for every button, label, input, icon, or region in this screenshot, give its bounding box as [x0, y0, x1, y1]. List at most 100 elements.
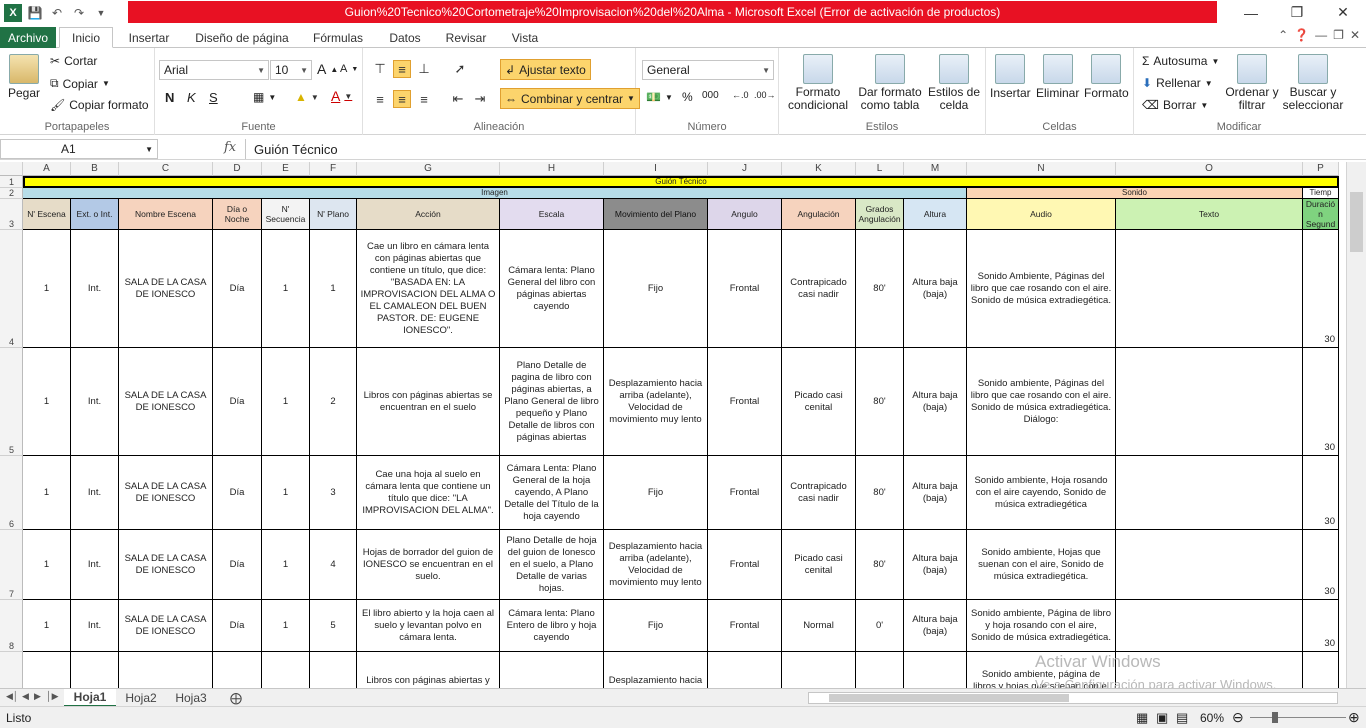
tab-page-layout[interactable]: Diseño de página	[190, 27, 294, 48]
column-header[interactable]: J	[708, 162, 782, 176]
table-cell[interactable]: 30	[1303, 456, 1339, 530]
table-cell[interactable]: 80'	[856, 456, 904, 530]
vertical-scroll-thumb[interactable]	[1350, 192, 1363, 252]
page-break-view-icon[interactable]: ▤	[1176, 710, 1188, 726]
zoom-slider[interactable]	[1250, 717, 1346, 718]
table-cell[interactable]: Día	[213, 600, 262, 652]
column-header[interactable]: A	[23, 162, 71, 176]
table-cell[interactable]: Sonido ambiente, Páginas del libro que c…	[967, 348, 1116, 456]
thousands-icon[interactable]: 000	[702, 90, 719, 101]
table-cell[interactable]	[71, 652, 119, 688]
table-cell[interactable]: Plano Detalle de pagina de libro con pág…	[500, 348, 604, 456]
restore-icon[interactable]: ❐	[1274, 0, 1320, 25]
column-header[interactable]: K	[782, 162, 856, 176]
window-close-icon[interactable]: ✕	[1350, 28, 1360, 42]
table-cell[interactable]: 0'	[856, 600, 904, 652]
currency-icon[interactable]: 💵 ▼	[646, 90, 673, 104]
table-cell[interactable]	[856, 652, 904, 688]
column-title-cell[interactable]: Grados Angulación	[856, 199, 904, 230]
table-cell[interactable]: Altura baja (baja)	[904, 230, 967, 348]
table-cell[interactable]: Cae un libro en cámara lenta con páginas…	[357, 230, 500, 348]
clear-button[interactable]: ⌫ Borrar ▼	[1142, 98, 1208, 112]
table-cell[interactable]: El libro abierto y la hoja caen al suelo…	[357, 600, 500, 652]
vertical-scrollbar[interactable]	[1346, 162, 1366, 688]
table-cell[interactable]	[1116, 600, 1303, 652]
align-bottom-icon[interactable]: ⊥	[415, 60, 433, 78]
column-header[interactable]: E	[262, 162, 310, 176]
fill-button[interactable]: ⬇ Rellenar ▼	[1142, 76, 1213, 90]
italic-button[interactable]: K	[187, 90, 196, 105]
redo-icon[interactable]: ↷	[70, 4, 88, 22]
wrap-text-button[interactable]: ↲ Ajustar texto	[500, 59, 591, 80]
table-cell[interactable]: SALA DE LA CASA DE IONESCO	[119, 530, 213, 600]
table-cell[interactable]: 80'	[856, 348, 904, 456]
minimize-icon[interactable]: —	[1228, 0, 1274, 25]
table-cell[interactable]: SALA DE LA CASA DE IONESCO	[119, 230, 213, 348]
table-cell[interactable]: Picado casi cenital	[782, 530, 856, 600]
table-cell[interactable]: Libros con páginas abiertas se encuentra…	[357, 348, 500, 456]
table-cell[interactable]: 3	[310, 456, 357, 530]
table-cell[interactable]: Contrapicado casi nadir	[782, 230, 856, 348]
table-cell[interactable]	[119, 652, 213, 688]
table-cell[interactable]: Int.	[71, 530, 119, 600]
number-format-select[interactable]: General ▼	[642, 60, 774, 80]
table-cell[interactable]: Int.	[71, 230, 119, 348]
column-title-cell[interactable]: Escala	[500, 199, 604, 230]
table-cell[interactable]	[904, 652, 967, 688]
formula-input[interactable]: Guión Técnico	[245, 139, 1346, 159]
table-cell[interactable]: Plano Detalle de hoja del guion de Iones…	[500, 530, 604, 600]
table-cell[interactable]: Altura baja (baja)	[904, 600, 967, 652]
table-cell[interactable]: Día	[213, 230, 262, 348]
table-cell[interactable]: SALA DE LA CASA DE IONESCO	[119, 348, 213, 456]
percent-icon[interactable]: %	[682, 90, 693, 104]
tab-view[interactable]: Vista	[505, 27, 545, 48]
name-box[interactable]: A1 ▼	[0, 139, 158, 159]
sheet-tab-hoja3[interactable]: Hoja3	[168, 689, 214, 707]
paste-button[interactable]: Pegar	[8, 54, 40, 100]
column-title-cell[interactable]: Texto	[1116, 199, 1303, 230]
table-cell[interactable]: 30	[1303, 600, 1339, 652]
column-title-cell[interactable]: Acción	[357, 199, 500, 230]
spreadsheet-grid[interactable]: A B C D E F G H I J K L M N O P 1 2 3 Guión Técnico Imagen So…	[0, 162, 1346, 688]
table-cell[interactable]	[1116, 456, 1303, 530]
column-header[interactable]: N	[967, 162, 1116, 176]
table-cell[interactable]	[23, 652, 71, 688]
column-title-cell[interactable]: N' Plano	[310, 199, 357, 230]
window-restore-icon[interactable]: ❐	[1333, 28, 1344, 42]
table-cell[interactable]	[500, 652, 604, 688]
sort-filter-button[interactable]: Ordenar y filtrar	[1224, 54, 1280, 112]
table-cell[interactable]: 1	[262, 600, 310, 652]
table-cell[interactable]: Contrapicado casi nadir	[782, 456, 856, 530]
font-size-select[interactable]: 10 ▼	[270, 60, 312, 80]
font-name-select[interactable]: Arial ▼	[159, 60, 269, 80]
imagen-group-header[interactable]: Imagen	[23, 188, 967, 199]
column-title-cell[interactable]: N' Escena	[23, 199, 71, 230]
zoom-slider-thumb[interactable]	[1272, 712, 1278, 723]
tab-formulas[interactable]: Fórmulas	[308, 27, 368, 48]
table-cell[interactable]: 80'	[856, 530, 904, 600]
sheet-tab-hoja2[interactable]: Hoja2	[118, 689, 164, 707]
table-cell[interactable]: 30	[1303, 230, 1339, 348]
horizontal-scrollbar[interactable]	[808, 692, 1338, 704]
row-header[interactable]	[0, 652, 23, 688]
table-cell[interactable]	[310, 652, 357, 688]
table-cell[interactable]: Desplazamiento hacia arriba (adelante), …	[604, 348, 708, 456]
table-cell[interactable]: Int.	[71, 600, 119, 652]
format-painter-button[interactable]: 🖌 Copiar formato	[50, 98, 149, 112]
column-header[interactable]: L	[856, 162, 904, 176]
tiempo-group-header[interactable]: Tiemp	[1303, 188, 1339, 199]
table-cell[interactable]: 1	[23, 600, 71, 652]
table-cell[interactable]: Sonido Ambiente, Páginas del libro que c…	[967, 230, 1116, 348]
tab-home[interactable]: Inicio	[59, 27, 113, 48]
shrink-font-button[interactable]: A ▼	[340, 63, 358, 75]
table-cell[interactable]: Día	[213, 530, 262, 600]
tab-file[interactable]: Archivo	[0, 27, 56, 48]
help-icon[interactable]: ❓	[1294, 28, 1309, 42]
table-cell[interactable]: Sonido ambiente, Página de libro y hoja …	[967, 600, 1116, 652]
last-sheet-icon[interactable]: │▶	[46, 691, 59, 702]
row-header[interactable]: 4	[0, 230, 23, 348]
table-cell[interactable]: Cae una hoja al suelo en cámara lenta qu…	[357, 456, 500, 530]
borders-icon[interactable]: ▦ ▼	[253, 90, 276, 104]
table-cell[interactable]: Frontal	[708, 600, 782, 652]
table-cell[interactable]: Altura baja (baja)	[904, 348, 967, 456]
